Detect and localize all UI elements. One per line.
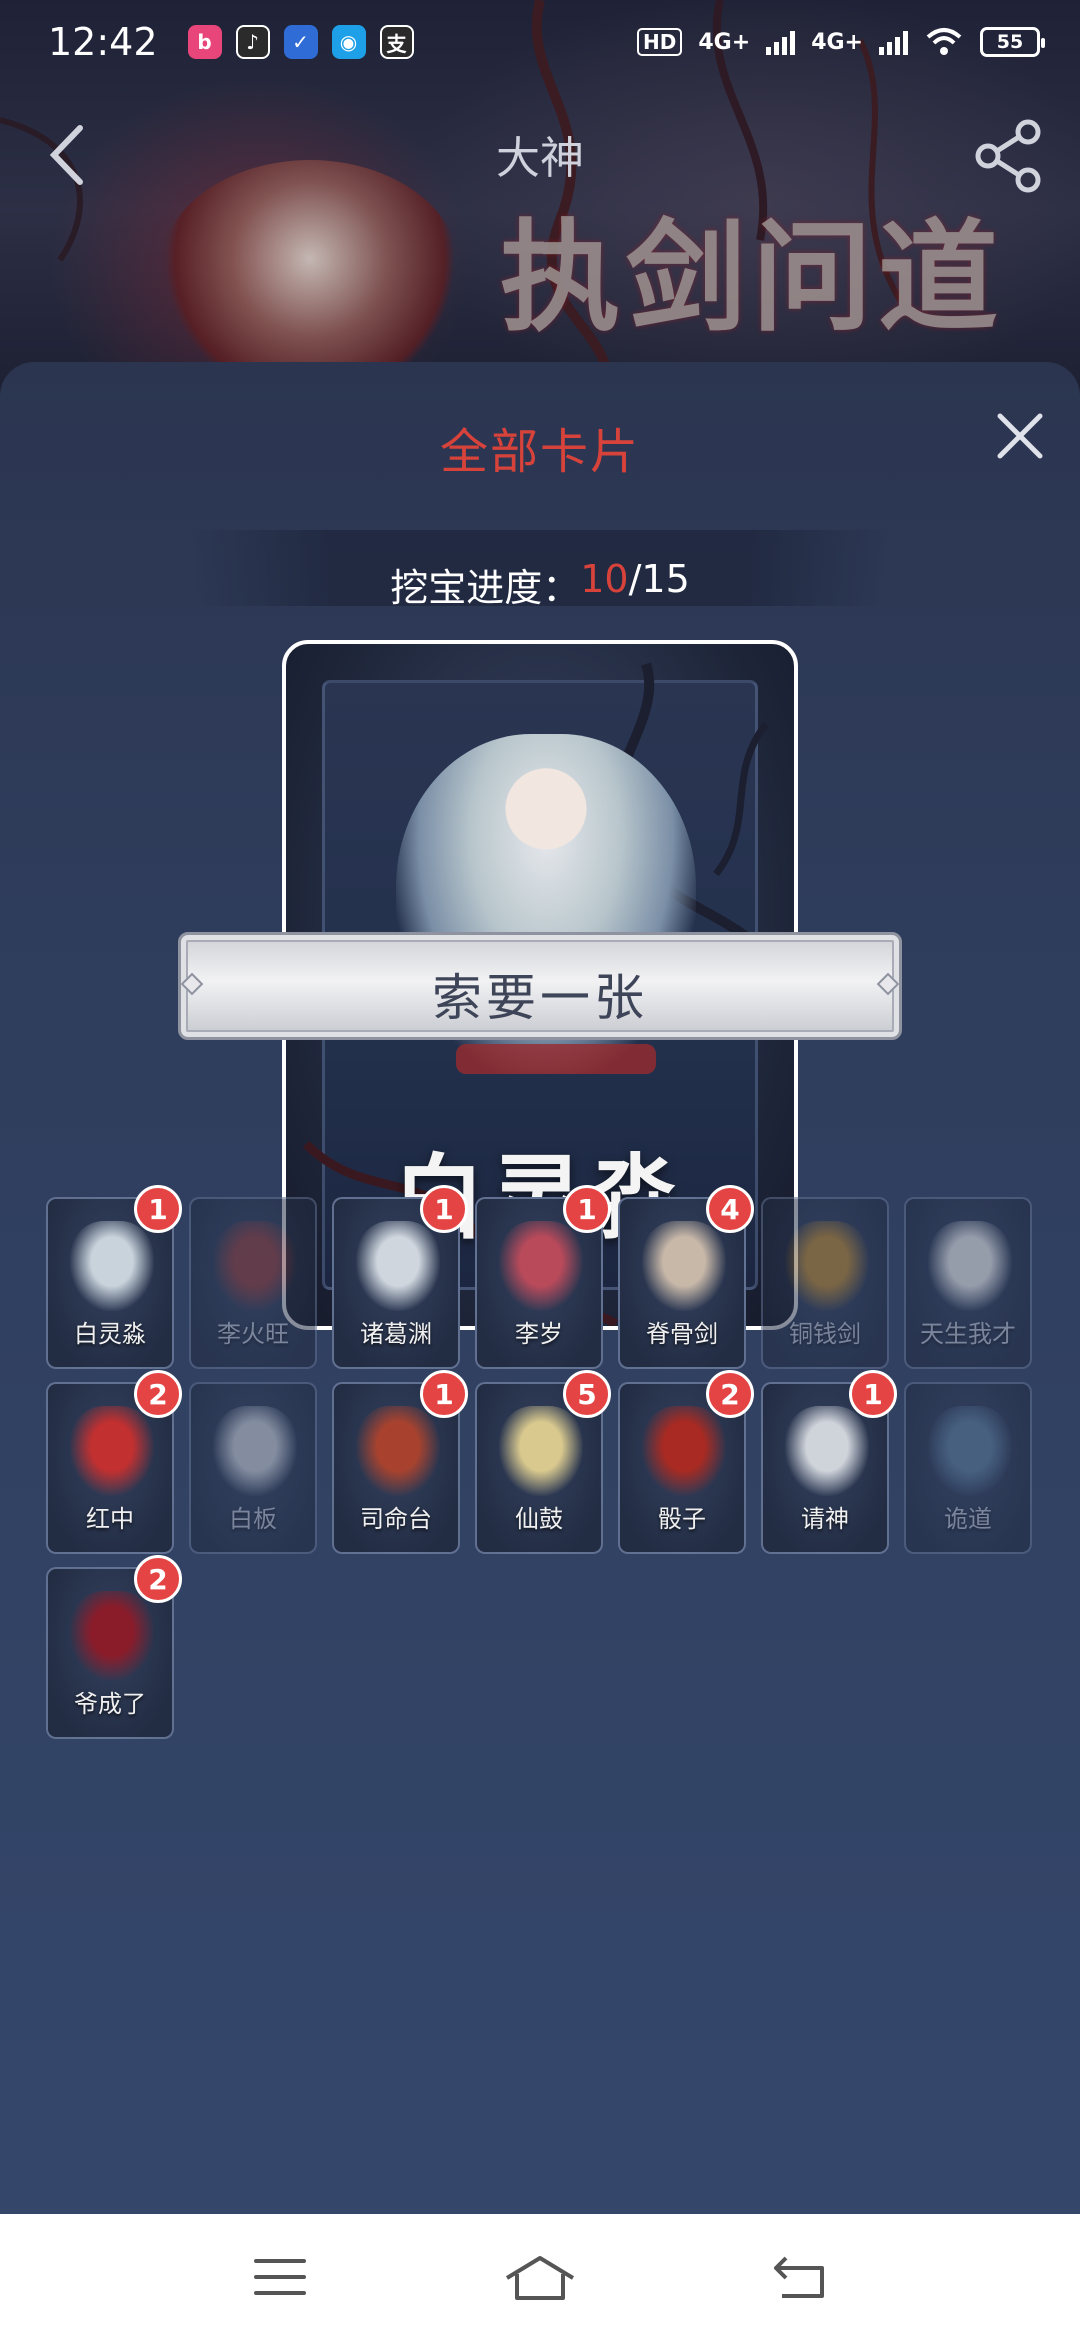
page-title: 大神 [496,133,584,184]
card-count-badge: 1 [563,1185,611,1233]
card-item[interactable]: 铜钱剑 [761,1197,889,1369]
card-name: 铜钱剑 [789,1320,861,1348]
progress-total: /15 [628,557,690,601]
card-item[interactable]: 诡道 [904,1382,1032,1554]
menu-button[interactable] [240,2247,320,2307]
system-nav-bar [0,2214,1080,2340]
card-item[interactable]: 请神 1 [761,1370,897,1554]
home-button[interactable] [500,2247,580,2307]
network-label-1: 4G+ [698,29,751,55]
home-icon [505,2256,575,2300]
card-art [70,1221,154,1311]
music-app-icon: ♪ [235,25,270,59]
card-art [642,1406,726,1496]
qq-icon: ◉ [331,25,366,59]
network-label-2: 4G+ [811,29,863,55]
card-item[interactable]: 仙鼓 5 [475,1370,611,1554]
card-item[interactable]: 脊骨剑 4 [618,1185,754,1369]
card-name: 骰子 [658,1505,706,1533]
card-item[interactable]: 骰子 2 [618,1370,754,1554]
card-count-badge: 1 [849,1370,897,1418]
card-count-badge: 4 [706,1185,754,1233]
card-art [70,1591,154,1681]
progress-current: 10 [580,557,629,601]
treasure-progress: 挖宝进度： 10 /15 [0,557,1080,612]
card-count-badge: 1 [134,1185,182,1233]
card-name: 天生我才 [920,1320,1016,1348]
featured-card-sash [456,1044,656,1074]
card-name: 仙鼓 [515,1505,563,1533]
card-art [928,1221,1012,1311]
card-item[interactable]: 天生我才 [904,1197,1032,1369]
card-name: 红中 [86,1505,134,1533]
card-count-badge: 5 [563,1370,611,1418]
card-art [213,1221,297,1311]
card-name: 请神 [801,1505,849,1533]
card-name: 李火旺 [217,1320,289,1348]
card-count-badge: 2 [706,1370,754,1418]
sheet-title: 全部卡片 [439,424,640,480]
close-icon[interactable] [990,406,1050,466]
card-item[interactable]: 白灵淼 1 [46,1185,182,1369]
menu-icon [254,2259,306,2295]
status-time: 12:42 [48,20,158,64]
bilibili-icon: b [187,25,222,59]
card-name: 爷成了 [74,1690,146,1718]
card-art [785,1221,869,1311]
card-art [785,1406,869,1496]
signal-icon-2 [879,29,908,55]
top-nav: 大神 [0,100,1080,210]
card-name: 白板 [229,1505,277,1533]
progress-label: 挖宝进度： [390,566,581,610]
notification-icons: b ♪ ✓ ◉ 支 [187,25,414,59]
card-count-badge: 2 [134,1555,182,1603]
hd-icon: HD [637,28,683,56]
card-item[interactable]: 爷成了 2 [46,1555,182,1739]
card-art [213,1406,297,1496]
card-art [356,1221,440,1311]
status-indicators: HD 4G+ 4G+ 55 [637,27,1045,57]
card-name: 诸葛渊 [360,1320,432,1348]
card-art [356,1406,440,1496]
card-item[interactable]: 司命台 1 [332,1370,468,1554]
card-item[interactable]: 李岁 1 [475,1185,611,1369]
battery-icon: 55 [980,27,1045,57]
card-art [928,1406,1012,1496]
card-name: 脊骨剑 [646,1320,718,1348]
signal-icon-1 [766,29,796,55]
todo-app-icon: ✓ [283,25,318,59]
card-art [499,1221,583,1311]
card-count-badge: 2 [134,1370,182,1418]
card-item[interactable]: 红中 2 [46,1370,182,1554]
card-art [642,1221,726,1311]
card-item[interactable]: 白板 [189,1382,317,1554]
card-item[interactable]: 诸葛渊 1 [332,1185,468,1369]
wifi-icon [926,28,962,55]
card-art [499,1406,583,1496]
card-name: 李岁 [515,1320,563,1348]
request-button-label: 索要一张 [432,969,648,1027]
share-icon[interactable] [970,116,1050,196]
card-art [70,1406,154,1496]
status-bar: 12:42 b ♪ ✓ ◉ 支 HD 4G+ 4G+ 55 [0,0,1080,84]
battery-level: 55 [996,31,1024,53]
card-count-badge: 1 [420,1370,468,1418]
card-name: 司命台 [360,1505,432,1533]
alipay-icon: 支 [379,25,414,59]
request-card-button[interactable]: 索要一张 [178,932,902,1040]
card-item[interactable]: 李火旺 [189,1197,317,1369]
card-count-badge: 1 [420,1185,468,1233]
card-name: 白灵淼 [74,1320,146,1348]
back-button[interactable] [760,2247,840,2307]
back-icon [774,2256,824,2298]
card-name: 诡道 [944,1505,992,1533]
